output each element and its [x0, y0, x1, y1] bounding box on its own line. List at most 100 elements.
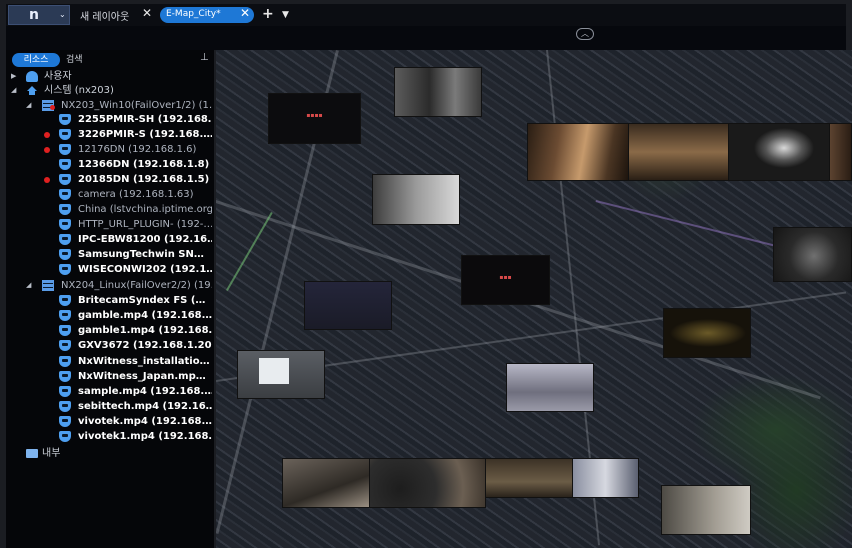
tree-item-camera[interactable]: gamble.mp4 (192.168.… — [6, 309, 212, 323]
expand-arrow-icon[interactable]: ▶ — [11, 72, 16, 80]
collapse-toolbar-button[interactable]: ︿ — [576, 28, 594, 40]
camera-tile[interactable] — [728, 123, 830, 181]
tree-item-camera[interactable]: sample.mp4 (192.168.… — [6, 385, 212, 399]
camera-icon — [59, 401, 71, 412]
tree-item-camera[interactable]: 12176DN (192.168.1.6) — [6, 143, 212, 157]
camera-icon — [59, 295, 71, 306]
camera-tile[interactable] — [628, 123, 729, 181]
camera-tile[interactable] — [485, 458, 573, 498]
tab-resources[interactable]: 리소스 — [12, 53, 60, 67]
close-icon[interactable]: ✕ — [142, 6, 152, 20]
tab-label: 새 레이아웃 — [80, 12, 130, 23]
camera-icon — [59, 325, 71, 336]
camera-tile[interactable] — [237, 350, 325, 399]
close-icon[interactable]: ✕ — [240, 6, 250, 20]
collapse-arrow-icon[interactable]: ◢ — [26, 281, 31, 289]
collapse-arrow-icon[interactable]: ◢ — [11, 86, 16, 94]
camera-icon — [59, 189, 71, 200]
chevron-down-icon: ⌄ — [59, 10, 66, 19]
tree-item-camera[interactable]: China (lstvchina.iptime.org) — [6, 203, 212, 217]
camera-icon — [59, 371, 71, 382]
camera-tile[interactable] — [372, 174, 460, 225]
collapse-arrow-icon[interactable]: ◢ — [26, 101, 31, 109]
camera-icon — [59, 114, 71, 125]
tab-search[interactable]: 검색 — [66, 53, 83, 67]
camera-icon — [59, 129, 71, 140]
camera-tile[interactable] — [663, 308, 751, 358]
tree-item-camera[interactable]: HTTP_URL_PLUGIN- (192-… — [6, 218, 212, 232]
tab-label: E-Map_City* — [166, 9, 221, 19]
camera-tile[interactable] — [527, 123, 629, 181]
add-tab-button[interactable]: + — [262, 6, 274, 22]
tree-item-system[interactable]: ◢ 시스템 (nx203) — [6, 84, 212, 98]
camera-tile[interactable] — [369, 458, 486, 508]
camera-icon — [59, 431, 71, 442]
alert-dot-icon — [50, 105, 55, 110]
tree-item-camera[interactable]: camera (192.168.1.63) — [6, 188, 212, 202]
camera-icon — [59, 264, 71, 275]
no-signal-icon: ▪▪▪▪ — [306, 112, 323, 119]
recording-dot-icon — [44, 132, 50, 138]
tree-item-server[interactable]: ◢ NX204_Linux(FailOver2/2) (19… — [6, 279, 212, 293]
tree-item-camera[interactable]: sebittech.mp4 (192.16… — [6, 400, 212, 414]
camera-icon — [59, 386, 71, 397]
resource-panel: 리소스 검색 ⊥ ▶ 사용자 ◢ 시스템 (nx203) ◢ NX203_Win… — [6, 50, 214, 548]
tree-item-camera[interactable]: gamble1.mp4 (192.168… — [6, 324, 212, 338]
camera-tile[interactable] — [773, 227, 852, 282]
title-bar: n ⌄ 새 레이아웃 ✕ E-Map_City* ✕ + ▼ — [6, 4, 846, 26]
logo-icon: n — [29, 7, 39, 23]
camera-icon — [59, 219, 71, 230]
tree-item-camera[interactable]: 3226PMIR-S (192.168.… — [6, 128, 212, 142]
camera-tile-offline[interactable]: ▪▪▪ — [461, 255, 550, 305]
pin-icon[interactable]: ⊥ — [200, 52, 209, 63]
tree-item-internal-folder[interactable]: 내부 — [6, 447, 212, 461]
user-icon — [26, 71, 38, 82]
camera-tile[interactable] — [506, 363, 594, 412]
folder-icon — [26, 449, 38, 458]
camera-icon — [59, 416, 71, 427]
tab-new-layout[interactable]: 새 레이아웃 ✕ — [76, 6, 156, 23]
tree-item-camera[interactable]: 2255PMIR-SH (192.168… — [6, 113, 212, 127]
camera-tile[interactable] — [394, 67, 482, 117]
camera-icon — [59, 356, 71, 367]
tree-item-camera[interactable]: NxWitness_Japan.mp… — [6, 370, 212, 384]
emap-view[interactable]: ▪▪▪▪ ▪▪▪ — [216, 50, 852, 548]
camera-icon — [59, 340, 71, 351]
recording-dot-icon — [44, 147, 50, 153]
main-menu-button[interactable]: n ⌄ — [8, 5, 70, 25]
top-toolbar: ︿ — [6, 26, 846, 50]
camera-tile[interactable] — [661, 485, 751, 535]
tree-item-users[interactable]: ▶ 사용자 — [6, 70, 212, 84]
tree-item-camera[interactable]: WISECONWI202 (192.1… — [6, 263, 212, 277]
camera-tile-screen — [259, 358, 289, 384]
tree-item-camera[interactable]: GXV3672 (192.168.1.205) — [6, 339, 212, 353]
camera-tile[interactable] — [572, 458, 639, 498]
camera-tile-offline[interactable]: ▪▪▪▪ — [268, 93, 361, 144]
tree-item-camera[interactable]: vivotek1.mp4 (192.168… — [6, 430, 212, 444]
no-signal-icon: ▪▪▪ — [499, 274, 512, 281]
house-icon — [26, 85, 38, 96]
tab-list-button[interactable]: ▼ — [282, 10, 289, 20]
tree-item-camera[interactable]: 12366DN (192.168.1.8) — [6, 158, 212, 172]
camera-icon — [59, 204, 71, 215]
tab-emap-city[interactable]: E-Map_City* ✕ — [160, 6, 254, 23]
application-window: n ⌄ 새 레이아웃 ✕ E-Map_City* ✕ + ▼ ︿ 리소스 검색 … — [0, 0, 852, 548]
tree-item-camera[interactable]: BritecamSyndex FS (… — [6, 294, 212, 308]
tree-item-camera[interactable]: vivotek.mp4 (192.168.… — [6, 415, 212, 429]
server-icon — [42, 280, 54, 291]
camera-icon — [59, 144, 71, 155]
tree-item-server[interactable]: ◢ NX203_Win10(FailOver1/2) (1… — [6, 99, 212, 113]
camera-tile[interactable] — [829, 123, 852, 181]
camera-tile[interactable] — [304, 281, 392, 330]
tree-item-camera[interactable]: SamsungTechwin SN… — [6, 248, 212, 262]
tree-item-camera[interactable]: 20185DN (192.168.1.5) — [6, 173, 212, 187]
panel-tabs: 리소스 검색 — [10, 53, 210, 67]
tree-item-camera[interactable]: IPC-EBW81200 (192.16… — [6, 233, 212, 247]
camera-icon — [59, 234, 71, 245]
camera-tile[interactable] — [282, 458, 370, 508]
tree-item-camera[interactable]: NxWitness_installatio… — [6, 355, 212, 369]
camera-icon — [59, 159, 71, 170]
camera-icon — [59, 310, 71, 321]
camera-icon — [59, 174, 71, 185]
camera-icon — [59, 249, 71, 260]
